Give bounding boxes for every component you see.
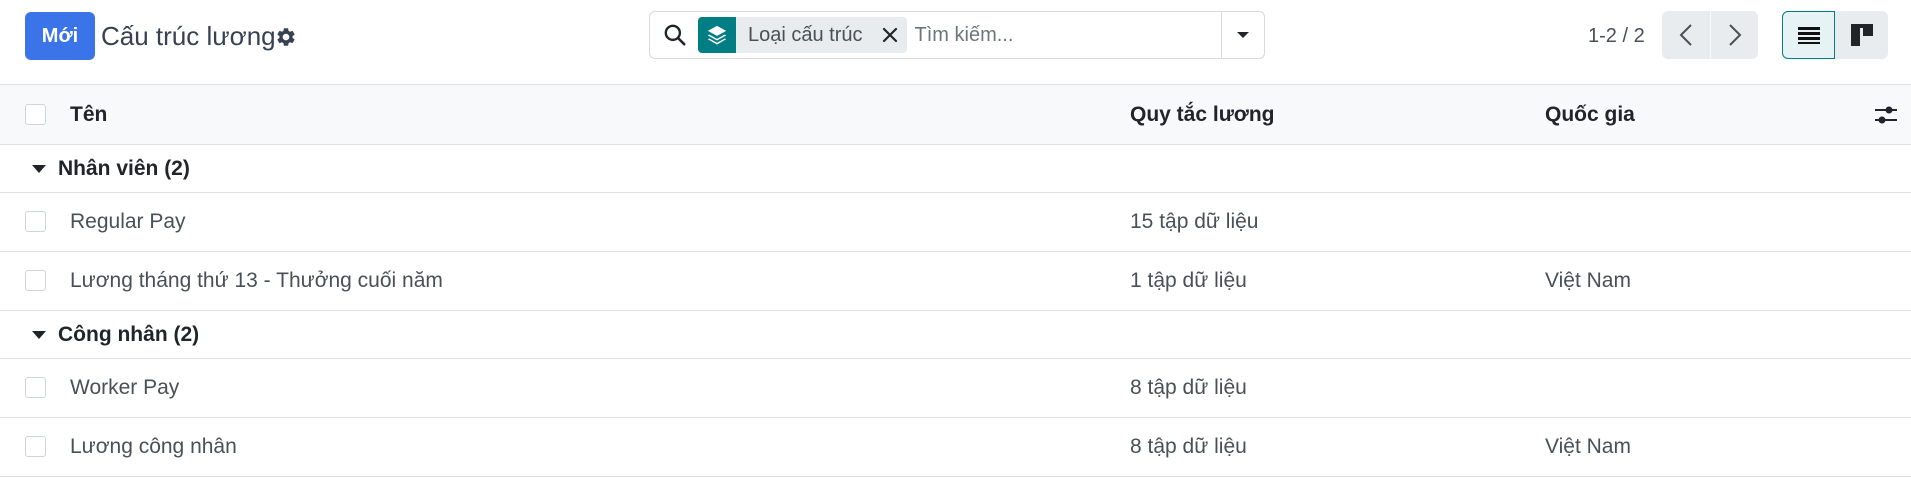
cell-rules: 15 tập dữ liệu — [1130, 210, 1259, 233]
pager-value[interactable]: 1-2 / 2 — [1588, 22, 1645, 50]
table-header: Tên Quy tắc lương Quốc gia — [0, 84, 1911, 145]
row-checkbox[interactable] — [25, 377, 46, 398]
search-input[interactable] — [906, 15, 1221, 55]
cell-rules: 8 tập dữ liệu — [1130, 435, 1247, 458]
cell-name: Lương công nhân — [70, 435, 237, 458]
list-view-button[interactable] — [1782, 11, 1835, 59]
chevron-left-icon — [1679, 24, 1692, 46]
pager-previous-button[interactable] — [1662, 11, 1710, 59]
pager-next-button[interactable] — [1710, 11, 1758, 59]
group-row[interactable]: Nhân viên (2) — [0, 145, 1911, 193]
cell-name: Regular Pay — [70, 210, 186, 233]
table-row[interactable]: Lương công nhân 8 tập dữ liệu Việt Nam — [0, 418, 1911, 477]
column-header-rules[interactable]: Quy tắc lương — [1130, 85, 1275, 144]
optional-columns-icon[interactable] — [1874, 104, 1898, 126]
cell-rules: 1 tập dữ liệu — [1130, 269, 1247, 292]
group-label: Nhân viên (2) — [58, 156, 190, 180]
cell-rules: 8 tập dữ liệu — [1130, 376, 1247, 399]
list-icon — [1797, 27, 1820, 44]
cell-name: Worker Pay — [70, 376, 180, 399]
table-row[interactable]: Lương tháng thứ 13 - Thưởng cuối năm 1 t… — [0, 252, 1911, 311]
row-checkbox[interactable] — [25, 211, 46, 232]
column-header-name[interactable]: Tên — [70, 85, 107, 144]
cell-name: Lương tháng thứ 13 - Thưởng cuối năm — [70, 269, 443, 292]
kanban-view-button[interactable] — [1835, 11, 1888, 59]
column-header-country[interactable]: Quốc gia — [1545, 85, 1635, 144]
layers-icon — [698, 17, 736, 53]
close-icon[interactable] — [873, 17, 907, 53]
cell-country: Việt Nam — [1545, 435, 1631, 458]
group-row[interactable]: Công nhân (2) — [0, 311, 1911, 359]
caret-down-icon — [32, 330, 46, 339]
caret-down-icon — [32, 164, 46, 173]
table-row[interactable]: Regular Pay 15 tập dữ liệu — [0, 193, 1911, 252]
row-checkbox[interactable] — [25, 270, 46, 291]
search-options-toggle[interactable] — [1221, 12, 1264, 58]
search-bar: Loại cấu trúc — [649, 11, 1265, 59]
page-title: Cấu trúc lương — [101, 21, 276, 51]
cell-country: Việt Nam — [1545, 269, 1631, 292]
facet-label: Loại cấu trúc — [748, 23, 863, 46]
kanban-icon — [1850, 24, 1873, 46]
caret-down-icon — [1237, 32, 1249, 38]
chevron-right-icon — [1728, 24, 1741, 46]
search-icon[interactable] — [662, 22, 688, 48]
search-facet: Loại cấu trúc — [698, 17, 907, 53]
select-all-checkbox[interactable] — [25, 103, 46, 125]
group-label: Công nhân (2) — [58, 322, 200, 346]
table-row[interactable]: Worker Pay 8 tập dữ liệu — [0, 359, 1911, 418]
list-table: Tên Quy tắc lương Quốc gia Nhân viên (2)… — [0, 84, 1911, 477]
new-button[interactable]: Mới — [25, 12, 95, 60]
gear-icon[interactable] — [275, 26, 297, 48]
row-checkbox[interactable] — [25, 436, 46, 457]
